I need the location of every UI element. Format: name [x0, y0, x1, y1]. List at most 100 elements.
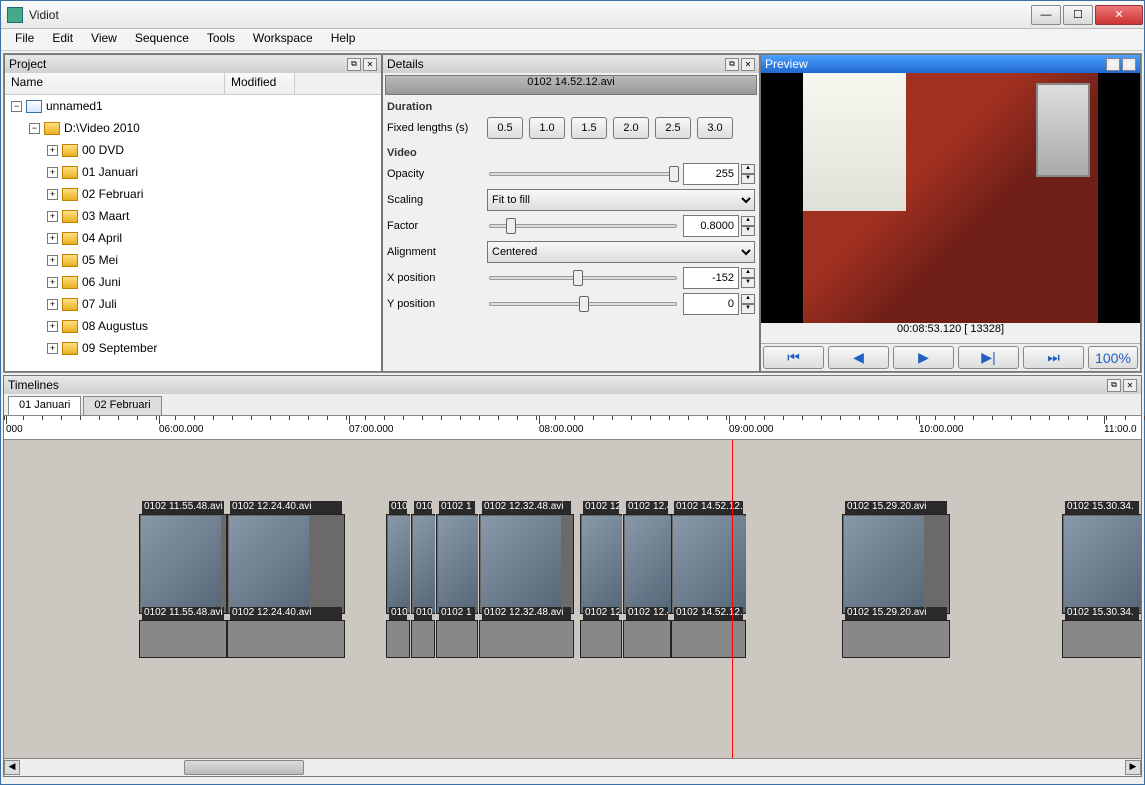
- xpos-down[interactable]: ▼: [741, 278, 755, 288]
- menu-file[interactable]: File: [7, 29, 42, 50]
- tree-node-root[interactable]: −unnamed1: [5, 95, 381, 117]
- tree-node-child-2[interactable]: +02 Februari: [5, 183, 381, 205]
- audio-clip-7[interactable]: 0102 12.40: [623, 620, 671, 658]
- video-clip-5[interactable]: 0102 12.32.48.avi: [479, 514, 574, 614]
- video-track[interactable]: 0102 11.55.48.avi0102 12.24.40.avi010201…: [4, 514, 1141, 614]
- expand-icon[interactable]: +: [47, 277, 58, 288]
- timeline-tab-0[interactable]: 01 Januari: [8, 396, 81, 415]
- video-clip-8[interactable]: 0102 14.52.12.avi: [671, 514, 746, 614]
- tree-node-child-1[interactable]: +01 Januari: [5, 161, 381, 183]
- goto-end-button[interactable]: ⏭: [1023, 346, 1084, 369]
- ypos-down[interactable]: ▼: [741, 304, 755, 314]
- menu-help[interactable]: Help: [323, 29, 364, 50]
- zoom-percent[interactable]: 100%: [1088, 346, 1138, 369]
- factor-up[interactable]: ▲: [741, 216, 755, 226]
- col-modified[interactable]: Modified: [225, 73, 295, 94]
- factor-down[interactable]: ▼: [741, 226, 755, 236]
- fixed-length-3.0[interactable]: 3.0: [697, 117, 733, 139]
- opacity-up[interactable]: ▲: [741, 164, 755, 174]
- audio-clip-6[interactable]: 0102 12.: [580, 620, 622, 658]
- menu-edit[interactable]: Edit: [44, 29, 81, 50]
- video-clip-6[interactable]: 0102 12.: [580, 514, 622, 614]
- col-name[interactable]: Name: [5, 73, 225, 94]
- ypos-up[interactable]: ▲: [741, 294, 755, 304]
- tree-node-child-8[interactable]: +08 Augustus: [5, 315, 381, 337]
- expand-icon[interactable]: +: [47, 167, 58, 178]
- timeline-scrollbar[interactable]: ◀ ▶: [4, 758, 1141, 776]
- fixed-length-0.5[interactable]: 0.5: [487, 117, 523, 139]
- maximize-button[interactable]: ☐: [1063, 5, 1093, 25]
- expand-icon[interactable]: +: [47, 211, 58, 222]
- factor-value[interactable]: [683, 215, 739, 237]
- fixed-length-1.0[interactable]: 1.0: [529, 117, 565, 139]
- minimize-button[interactable]: —: [1031, 5, 1061, 25]
- menu-tools[interactable]: Tools: [199, 29, 243, 50]
- audio-clip-8[interactable]: 0102 14.52.12.avi: [671, 620, 746, 658]
- audio-clip-10[interactable]: 0102 15.30.34.: [1062, 620, 1141, 658]
- fixed-length-2.0[interactable]: 2.0: [613, 117, 649, 139]
- playhead[interactable]: [732, 440, 733, 758]
- scroll-thumb[interactable]: [184, 760, 304, 775]
- menu-sequence[interactable]: Sequence: [127, 29, 197, 50]
- audio-clip-5[interactable]: 0102 12.32.48.avi: [479, 620, 574, 658]
- preview-canvas[interactable]: [761, 73, 1140, 323]
- play-button[interactable]: ▶: [893, 346, 954, 369]
- audio-clip-2[interactable]: 0102: [386, 620, 410, 658]
- details-close-button[interactable]: ✕: [741, 58, 755, 71]
- opacity-down[interactable]: ▼: [741, 174, 755, 184]
- audio-clip-0[interactable]: 0102 11.55.48.avi: [139, 620, 227, 658]
- xpos-up[interactable]: ▲: [741, 268, 755, 278]
- video-clip-7[interactable]: 0102 12.40: [623, 514, 671, 614]
- tree-node-child-7[interactable]: +07 Juli: [5, 293, 381, 315]
- menu-workspace[interactable]: Workspace: [245, 29, 321, 50]
- timeline-body[interactable]: 0102 11.55.48.avi0102 12.24.40.avi010201…: [4, 440, 1141, 758]
- audio-track[interactable]: 0102 11.55.48.avi0102 12.24.40.avi010201…: [4, 620, 1141, 658]
- video-clip-9[interactable]: 0102 15.29.20.avi: [842, 514, 950, 614]
- scroll-right-button[interactable]: ▶: [1125, 760, 1141, 775]
- audio-clip-9[interactable]: 0102 15.29.20.avi: [842, 620, 950, 658]
- expand-icon[interactable]: +: [47, 189, 58, 200]
- factor-slider[interactable]: [487, 215, 679, 237]
- expand-icon[interactable]: +: [47, 321, 58, 332]
- video-clip-4[interactable]: 0102 1: [436, 514, 478, 614]
- close-button[interactable]: ✕: [1095, 5, 1143, 25]
- video-clip-2[interactable]: 0102: [386, 514, 410, 614]
- video-clip-1[interactable]: 0102 12.24.40.avi: [227, 514, 345, 614]
- tree-node-child-0[interactable]: +00 DVD: [5, 139, 381, 161]
- tree-node-child-3[interactable]: +03 Maart: [5, 205, 381, 227]
- goto-start-button[interactable]: ⏮: [763, 346, 824, 369]
- preview-close-button[interactable]: ✕: [1122, 58, 1136, 71]
- expand-icon[interactable]: −: [29, 123, 40, 134]
- audio-clip-4[interactable]: 0102 1: [436, 620, 478, 658]
- tree-node-folder[interactable]: −D:\Video 2010: [5, 117, 381, 139]
- menu-view[interactable]: View: [83, 29, 125, 50]
- project-tree[interactable]: −unnamed1−D:\Video 2010+00 DVD+01 Januar…: [5, 95, 381, 371]
- tree-node-child-6[interactable]: +06 Juni: [5, 271, 381, 293]
- scroll-left-button[interactable]: ◀: [4, 760, 20, 775]
- timelines-close-button[interactable]: ✕: [1123, 379, 1137, 392]
- expand-icon[interactable]: +: [47, 145, 58, 156]
- expand-icon[interactable]: +: [47, 255, 58, 266]
- preview-dock-button[interactable]: ⧉: [1106, 58, 1120, 71]
- timeline-ruler[interactable]: 00006:00.00007:00.00008:00.00009:00.0001…: [4, 416, 1141, 440]
- project-close-button[interactable]: ✕: [363, 58, 377, 71]
- fixed-length-1.5[interactable]: 1.5: [571, 117, 607, 139]
- project-dock-button[interactable]: ⧉: [347, 58, 361, 71]
- scaling-select[interactable]: Fit to fill: [487, 189, 755, 211]
- opacity-value[interactable]: [683, 163, 739, 185]
- expand-icon[interactable]: +: [47, 299, 58, 310]
- expand-icon[interactable]: +: [47, 233, 58, 244]
- fixed-length-2.5[interactable]: 2.5: [655, 117, 691, 139]
- details-dock-button[interactable]: ⧉: [725, 58, 739, 71]
- xpos-slider[interactable]: [487, 267, 679, 289]
- video-clip-10[interactable]: 0102 15.30.34.: [1062, 514, 1141, 614]
- ypos-slider[interactable]: [487, 293, 679, 315]
- expand-icon[interactable]: −: [11, 101, 22, 112]
- alignment-select[interactable]: Centered: [487, 241, 755, 263]
- audio-clip-3[interactable]: 0102: [411, 620, 435, 658]
- tree-node-child-5[interactable]: +05 Mei: [5, 249, 381, 271]
- xpos-value[interactable]: [683, 267, 739, 289]
- prev-frame-button[interactable]: ◀: [828, 346, 889, 369]
- opacity-slider[interactable]: [487, 163, 679, 185]
- tree-node-child-4[interactable]: +04 April: [5, 227, 381, 249]
